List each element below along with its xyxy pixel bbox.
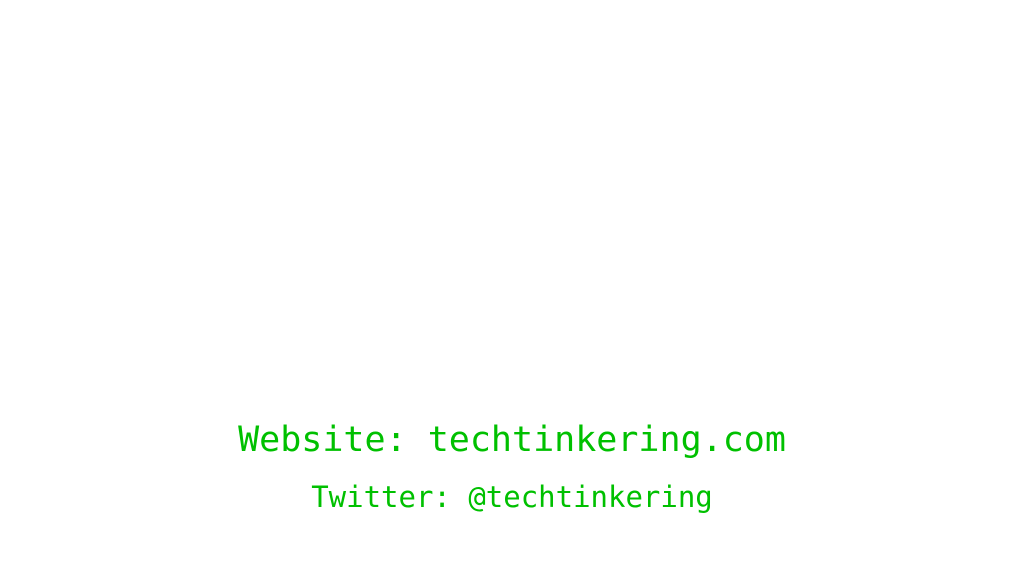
end-card: Website: techtinkering.com Twitter: @tec… — [0, 0, 1024, 576]
twitter-text: Twitter: @techtinkering — [311, 480, 713, 514]
website-text: Website: techtinkering.com — [238, 420, 786, 460]
